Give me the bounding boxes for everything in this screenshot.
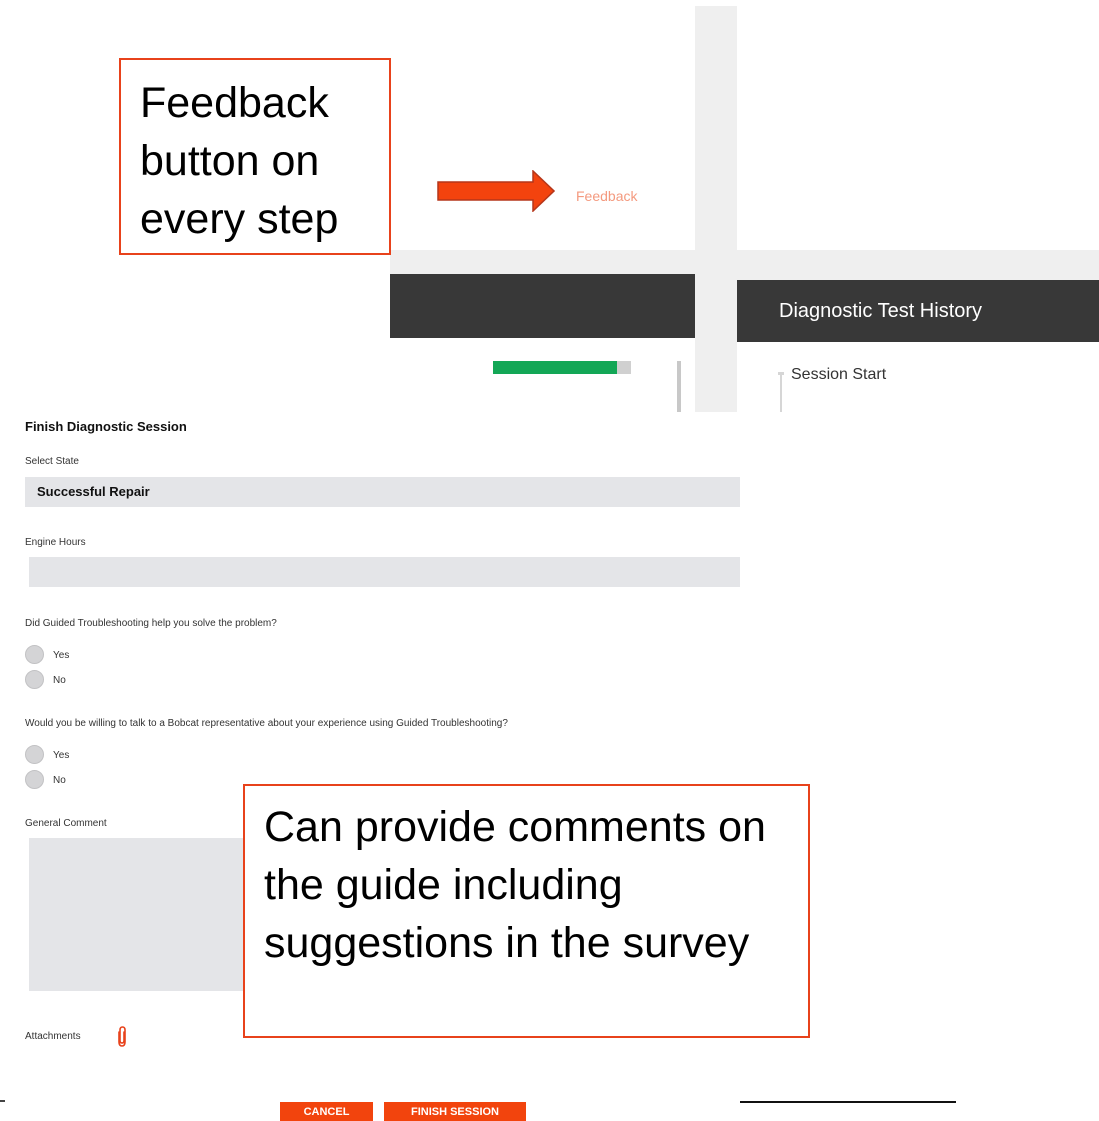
form-title: Finish Diagnostic Session [25, 419, 187, 434]
radio-button[interactable] [25, 670, 44, 689]
state-select-value: Successful Repair [37, 484, 150, 499]
timeline-item-session-start[interactable]: Session Start [791, 366, 886, 384]
callout-feedback-note: Feedback button on every step [119, 58, 391, 255]
radio-button[interactable] [25, 745, 44, 764]
radio-label: Yes [53, 750, 70, 761]
question-1-text: Did Guided Troubleshooting help you solv… [25, 618, 277, 629]
radio-button[interactable] [25, 770, 44, 789]
step-header-bar [390, 274, 695, 338]
question-2-text: Would you be willing to talk to a Bobcat… [25, 718, 508, 729]
layout-gutter-vertical [695, 6, 737, 412]
radio-button[interactable] [25, 645, 44, 664]
arrow-right-icon [437, 170, 555, 212]
progress-bar [493, 361, 631, 374]
edge-tick [0, 1100, 5, 1102]
progress-bar-fill [493, 361, 618, 374]
radio-label: No [53, 675, 66, 686]
radio-label: No [53, 775, 66, 786]
callout-comments-note: Can provide comments on the guide includ… [243, 784, 810, 1038]
history-title: Diagnostic Test History [779, 300, 983, 322]
history-panel-header: Diagnostic Test History [737, 280, 1099, 342]
state-select[interactable]: Successful Repair [25, 477, 740, 507]
timeline-dot [778, 372, 784, 375]
general-comment-label: General Comment [25, 818, 107, 829]
finish-session-button[interactable]: FINISH SESSION [384, 1102, 526, 1121]
layout-gutter-horizontal [737, 250, 1099, 280]
feedback-link[interactable]: Feedback [576, 188, 637, 204]
divider-line [740, 1101, 956, 1103]
general-comment-textarea[interactable] [29, 838, 244, 991]
layout-gutter-horizontal-left [390, 250, 695, 274]
state-label: Select State [25, 456, 79, 467]
timeline-line [780, 372, 782, 412]
engine-hours-label: Engine Hours [25, 537, 86, 548]
paperclip-icon[interactable] [115, 1026, 129, 1048]
cancel-button[interactable]: CANCEL [280, 1102, 373, 1121]
attachments-label: Attachments [25, 1031, 81, 1042]
engine-hours-input[interactable] [29, 557, 740, 587]
scrollbar-thumb[interactable] [677, 361, 681, 412]
radio-label: Yes [53, 650, 70, 661]
